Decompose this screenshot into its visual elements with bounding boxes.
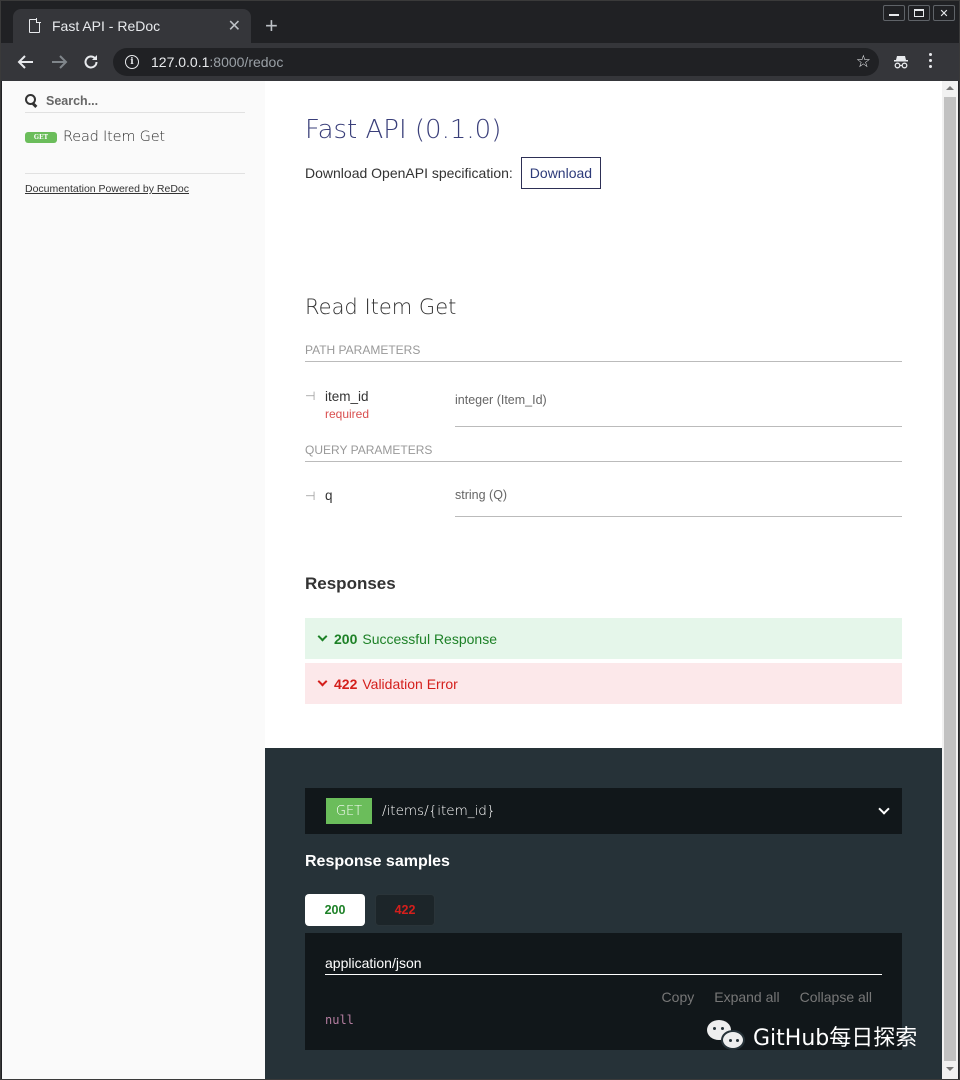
response-200-row[interactable]: 200 Successful Response: [305, 618, 902, 659]
window-close-button[interactable]: ✕: [933, 5, 955, 21]
powered-by-redoc-link[interactable]: Documentation Powered by ReDoc: [25, 183, 189, 195]
query-parameters-title: QUERY PARAMETERS: [305, 443, 902, 462]
param-name: item_id: [325, 389, 369, 404]
sample-body: null: [325, 1013, 354, 1027]
browser-window: Fast API - ReDoc ✕ + ✕ i 127.0.0.1:8000/…: [0, 0, 960, 1080]
param-name-cell: ⊣ q: [305, 488, 333, 504]
reload-icon: [84, 55, 98, 69]
copy-button[interactable]: Copy: [662, 989, 695, 1005]
kebab-menu-icon[interactable]: [929, 53, 932, 68]
browser-toolbar: i 127.0.0.1:8000/redoc ☆: [1, 43, 959, 81]
title-bar: Fast API - ReDoc ✕ + ✕: [1, 1, 959, 43]
window-controls: ✕: [883, 5, 955, 21]
response-code: 200: [334, 630, 358, 647]
forward-arrow-icon: [52, 55, 68, 69]
response-description: Validation Error: [362, 675, 458, 692]
sidebar: GET Read Item Get Documentation Powered …: [2, 81, 265, 1079]
param-tree-icon: ⊣: [305, 389, 316, 403]
sample-tab-422[interactable]: 422: [375, 894, 435, 926]
path-parameters-title: PATH PARAMETERS: [305, 343, 902, 362]
param-divider: [455, 426, 902, 427]
main-content: Fast API (0.1.0) Download OpenAPI specif…: [265, 81, 942, 748]
reload-button[interactable]: [80, 51, 102, 73]
scroll-thumb[interactable]: [944, 97, 956, 1061]
code-actions: Copy Expand all Collapse all: [662, 989, 872, 1005]
back-arrow-icon: [17, 55, 33, 69]
chevron-down-icon: [317, 676, 328, 687]
endpoint-path: /items/{item_id}: [382, 803, 496, 819]
watermark-text: GitHub每日探索: [753, 1026, 918, 1051]
new-tab-icon[interactable]: +: [265, 13, 278, 39]
sample-tab-200[interactable]: 200: [305, 894, 365, 926]
search-box: [25, 89, 245, 113]
chevron-down-icon: [878, 803, 890, 815]
info-icon[interactable]: i: [125, 55, 139, 69]
param-name-cell: ⊣ item_id required: [305, 388, 369, 422]
expand-all-button[interactable]: Expand all: [714, 989, 779, 1005]
response-code: 422: [334, 675, 358, 692]
browser-tab[interactable]: Fast API - ReDoc ✕: [13, 9, 251, 43]
minimize-button[interactable]: [883, 5, 905, 21]
minimize-icon: [889, 14, 899, 16]
watermark: GitHub每日探索: [707, 1020, 917, 1052]
search-icon: [25, 94, 38, 107]
collapse-all-button[interactable]: Collapse all: [800, 989, 872, 1005]
tab-close-icon[interactable]: ✕: [228, 16, 241, 36]
scroll-up-arrow-icon[interactable]: [946, 86, 954, 90]
content-type-dropdown[interactable]: application/json: [325, 955, 882, 975]
back-button[interactable]: [15, 51, 37, 73]
star-icon[interactable]: ☆: [856, 52, 871, 72]
operation-title: Read Item Get: [305, 295, 457, 319]
param-required-label: required: [325, 407, 370, 421]
download-button[interactable]: Download: [520, 157, 602, 189]
url-path: :8000/redoc: [209, 54, 284, 70]
incognito-icon[interactable]: [893, 55, 909, 74]
address-bar[interactable]: i 127.0.0.1:8000/redoc ☆: [113, 48, 879, 76]
maximize-icon: [914, 9, 924, 17]
page-scrollbar[interactable]: [942, 81, 958, 1079]
url-host: 127.0.0.1: [151, 54, 210, 70]
response-description: Successful Response: [362, 630, 497, 647]
param-name: q: [325, 488, 333, 503]
window-close-icon: ✕: [939, 7, 949, 20]
sidebar-divider: [25, 173, 245, 174]
sidebar-item-label: Read Item Get: [63, 129, 165, 145]
response-samples-title: Response samples: [305, 853, 450, 870]
page-icon: [29, 18, 41, 33]
scroll-down-arrow-icon[interactable]: [946, 1067, 954, 1071]
endpoint-toggle[interactable]: GET /items/{item_id}: [305, 788, 902, 834]
api-title: Fast API (0.1.0): [305, 115, 502, 145]
param-divider: [455, 516, 902, 517]
page-viewport: GET Read Item Get Documentation Powered …: [2, 81, 942, 1079]
wechat-icon: [707, 1020, 747, 1052]
maximize-button[interactable]: [908, 5, 930, 21]
param-tree-icon: ⊣: [305, 489, 316, 503]
download-row: Download OpenAPI specification: Download: [305, 157, 602, 189]
tab-title: Fast API - ReDoc: [52, 18, 161, 34]
responses-title: Responses: [305, 574, 396, 593]
param-type: integer (Item_Id): [455, 393, 547, 407]
download-label: Download OpenAPI specification:: [305, 165, 513, 181]
http-method-badge: GET: [326, 798, 372, 824]
get-method-badge: GET: [25, 131, 57, 143]
response-422-row[interactable]: 422 Validation Error: [305, 663, 902, 704]
forward-button[interactable]: [48, 51, 70, 73]
chevron-down-icon: [317, 631, 328, 642]
sidebar-item-read-item-get[interactable]: GET Read Item Get: [25, 129, 165, 145]
url-text[interactable]: 127.0.0.1:8000/redoc: [151, 54, 283, 70]
search-input[interactable]: [46, 93, 226, 108]
param-type: string (Q): [455, 488, 508, 502]
